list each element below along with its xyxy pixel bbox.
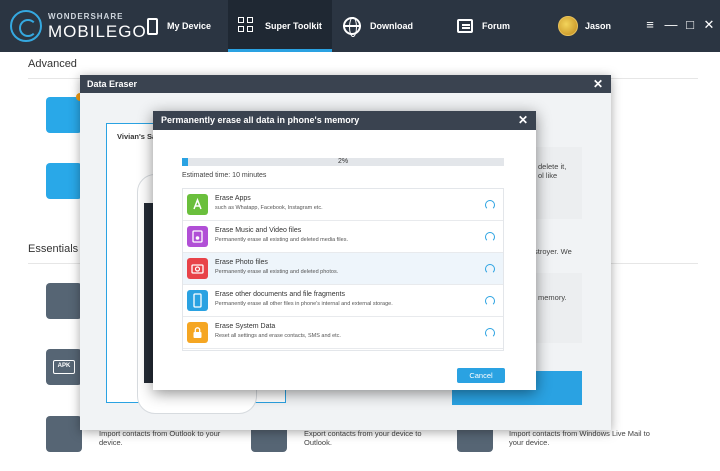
menu-icon[interactable]: ≡ — [643, 18, 657, 32]
phone-icon — [187, 290, 208, 311]
loading-spinner-icon — [485, 328, 495, 338]
grid-icon — [238, 17, 256, 35]
card-text: ol like — [538, 171, 558, 180]
camera-icon — [187, 258, 208, 279]
tab-label: Super Toolkit — [265, 21, 322, 31]
item-title: Erase Apps — [215, 195, 251, 202]
item-title: Erase other documents and file fragments — [215, 291, 345, 298]
progress-bar: 2% — [182, 158, 504, 166]
import-outlook-text: Import contacts from Outlook to your dev… — [99, 429, 221, 447]
tab-super-toolkit[interactable]: Super Toolkit — [228, 0, 332, 52]
card-text: memory. — [538, 293, 567, 302]
list-item: Erase other documents and file fragments… — [183, 285, 503, 317]
loading-spinner-icon — [485, 264, 495, 274]
close-icon[interactable]: ✕ — [518, 111, 528, 130]
tab-my-device[interactable]: My Device — [138, 0, 228, 52]
lock-icon — [187, 322, 208, 343]
dialog-title: Permanently erase all data in phone's me… — [161, 115, 360, 125]
erase-task-list: Erase Apps such as Whatapp, Facebook, In… — [182, 188, 504, 351]
item-title: Erase Music and Video files — [215, 227, 302, 234]
apk-tool-icon[interactable]: APK — [46, 349, 82, 385]
progress-percent: 2% — [337, 158, 349, 165]
dialog-header: Data Eraser ✕ — [80, 75, 611, 93]
item-desc: such as Whatapp, Facebook, Instagram etc… — [215, 205, 323, 211]
list-item: Erase Apps such as Whatapp, Facebook, In… — [183, 189, 503, 221]
phone-icon — [147, 17, 158, 35]
option-card[interactable]: delete it, ol like — [534, 147, 582, 219]
avatar — [558, 16, 578, 36]
item-title: Erase Photo files — [215, 259, 268, 266]
option-card[interactable]: memory. — [534, 273, 582, 343]
card-text: delete it, — [538, 162, 567, 171]
item-title: Erase System Data — [215, 323, 276, 330]
import-live-mail-text: Import contacts from Windows Live Mail t… — [509, 429, 650, 447]
section-essentials-title: Essentials — [28, 243, 79, 255]
item-desc: Reset all settings and erase contacts, S… — [215, 333, 341, 339]
maximize-icon[interactable]: □ — [683, 18, 697, 32]
item-desc: Permanently erase all existing and delet… — [215, 237, 348, 243]
user-name: Jason — [585, 21, 612, 31]
android-tool-icon[interactable] — [46, 163, 82, 199]
app-store-icon — [187, 194, 208, 215]
list-item: Erase Music and Video files Permanently … — [183, 221, 503, 253]
list-item: Erase System Data Reset all settings and… — [183, 317, 503, 349]
brand-small-text: WONDERSHARE — [48, 12, 124, 21]
loading-spinner-icon — [485, 232, 495, 242]
apk-label: APK — [53, 360, 75, 374]
app-window: WONDERSHARE MOBILEGO My Device Super Too… — [0, 0, 720, 471]
import-outlook-icon[interactable] — [46, 416, 82, 452]
transfer-tool-icon[interactable] — [46, 97, 82, 133]
minimize-icon[interactable]: — — [664, 18, 678, 32]
section-advanced-title: Advanced — [28, 58, 77, 70]
loading-spinner-icon — [485, 296, 495, 306]
globe-icon — [343, 17, 361, 37]
tab-forum[interactable]: Forum — [446, 0, 536, 52]
card-text: stroyer. We — [534, 247, 572, 256]
cancel-button[interactable]: Cancel — [457, 368, 505, 383]
restore-tool-icon[interactable] — [46, 283, 82, 319]
logo-icon — [10, 10, 42, 42]
top-bar: WONDERSHARE MOBILEGO My Device Super Too… — [0, 0, 720, 52]
loading-spinner-icon — [485, 200, 495, 210]
item-desc: Permanently erase all other files in pho… — [215, 301, 393, 307]
erase-progress-dialog: Permanently erase all data in phone's me… — [153, 111, 536, 390]
forum-icon — [457, 19, 473, 33]
user-account[interactable]: Jason — [558, 16, 611, 36]
tab-label: Download — [370, 21, 413, 31]
close-icon[interactable]: ✕ — [593, 75, 603, 93]
close-icon[interactable]: ✕ — [702, 18, 716, 32]
tab-label: My Device — [167, 21, 212, 31]
estimated-time: Estimated time: 10 minutes — [182, 172, 267, 179]
brand-logo: WONDERSHARE MOBILEGO — [10, 8, 146, 46]
media-icon — [187, 226, 208, 247]
brand-name: MOBILEGO — [48, 22, 147, 41]
list-item: Erase Photo files Permanently erase all … — [183, 253, 503, 285]
tab-label: Forum — [482, 21, 510, 31]
item-desc: Permanently erase all existing and delet… — [215, 269, 339, 275]
tab-download[interactable]: Download — [332, 0, 432, 52]
dialog-header: Permanently erase all data in phone's me… — [153, 111, 536, 130]
export-outlook-text: Export contacts from your device to Outl… — [304, 429, 422, 447]
device-name: Vivian's Sa — [117, 132, 157, 141]
dialog-title: Data Eraser — [87, 79, 138, 89]
